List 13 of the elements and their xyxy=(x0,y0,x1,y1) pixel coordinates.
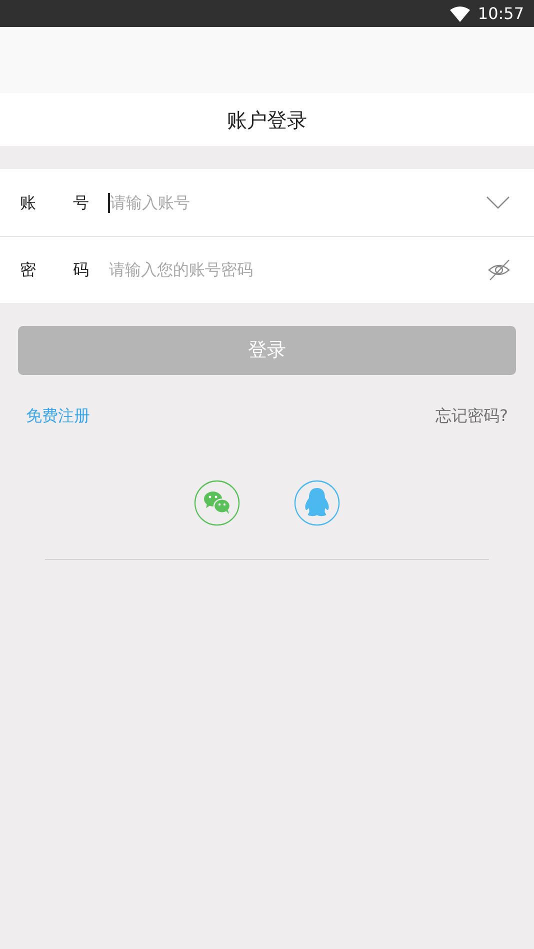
forgot-password-link[interactable]: 忘记密码? xyxy=(436,404,508,428)
field-label: 密 码 xyxy=(20,259,89,281)
dropdown-icon[interactable] xyxy=(486,196,510,210)
field-label: 账 号 xyxy=(20,192,89,214)
chat-bubbles-icon[interactable] xyxy=(194,480,240,526)
page-title: 账户登录 xyxy=(227,106,307,134)
register-link[interactable]: 免费注册 xyxy=(26,404,90,428)
hidden-eye-icon[interactable] xyxy=(488,259,510,281)
password-field[interactable]: 请输入您的账号密码 xyxy=(109,258,488,282)
account-field[interactable]: 请输入账号 xyxy=(110,190,486,214)
wifi-icon xyxy=(450,6,470,22)
clock-time: 10:57 xyxy=(478,2,524,24)
penguin-icon[interactable] xyxy=(294,480,340,526)
